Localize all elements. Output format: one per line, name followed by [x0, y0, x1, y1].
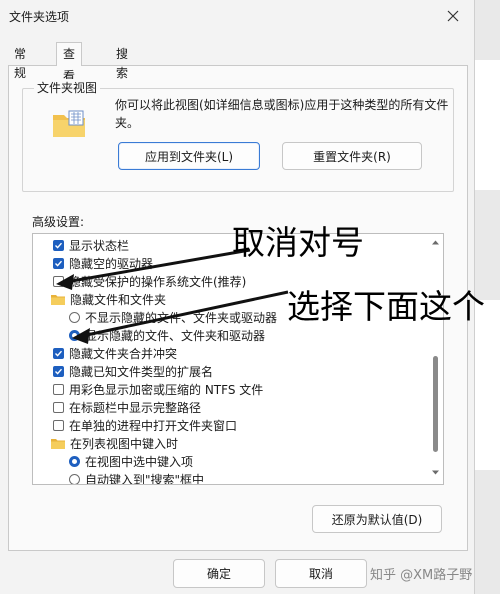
list-item-select-typed[interactable]: 在视图中选中键入项	[69, 452, 193, 470]
list-item-typing-group: 在列表视图中键入时	[51, 434, 178, 452]
list-item-label: 隐藏已知文件类型的扩展名	[69, 364, 214, 379]
list-item-hide-extensions[interactable]: 隐藏已知文件类型的扩展名	[53, 362, 213, 380]
checkbox-checked-icon[interactable]	[53, 257, 64, 269]
checkbox-unchecked-icon[interactable]	[53, 419, 64, 431]
checkbox-checked-icon[interactable]	[53, 347, 64, 359]
list-item-label: 在视图中选中键入项	[85, 454, 194, 469]
list-item-color-ntfs[interactable]: 用彩色显示加密或压缩的 NTFS 文件	[53, 380, 263, 398]
reset-folders-button[interactable]: 重置文件夹(R)	[282, 142, 422, 170]
list-item-label: 在列表视图中键入时	[70, 436, 179, 451]
ok-button[interactable]: 确定	[173, 559, 265, 588]
title-bar: 文件夹选项	[0, 0, 474, 34]
list-item-hide-empty-drives[interactable]: 隐藏空的驱动器	[53, 254, 153, 272]
list-item-label: 显示状态栏	[69, 238, 130, 253]
folder-views-label: 文件夹视图	[34, 79, 101, 96]
list-item-status-bar[interactable]: 显示状态栏	[53, 236, 129, 254]
scroll-up-icon[interactable]	[431, 238, 440, 247]
list-item-label: 不显示隐藏的文件、文件夹或驱动器	[85, 310, 278, 325]
list-item-hidden-files-group: 隐藏文件和文件夹	[51, 290, 166, 308]
radio-unselected-icon[interactable]	[69, 311, 80, 323]
list-item-dont-show-hidden[interactable]: 不显示隐藏的文件、文件夹或驱动器	[69, 308, 277, 326]
list-item-label: 隐藏空的驱动器	[69, 256, 154, 271]
radio-selected-icon[interactable]	[69, 329, 80, 341]
annotation-uncheck: 取消对号	[232, 223, 364, 262]
list-item-full-path[interactable]: 在标题栏中显示完整路径	[53, 398, 201, 416]
folder-icon	[51, 294, 65, 305]
list-item-label: 用彩色显示加密或压缩的 NTFS 文件	[69, 382, 264, 397]
list-item-label: 显示隐藏的文件、文件夹和驱动器	[85, 328, 266, 343]
restore-defaults-button[interactable]: 还原为默认值(D)	[312, 505, 442, 533]
folder-options-icon	[53, 110, 85, 137]
checkbox-unchecked-icon[interactable]	[53, 401, 64, 413]
list-item-label: 自动键入到"搜索"框中	[85, 472, 205, 485]
list-item-show-hidden[interactable]: 显示隐藏的文件、文件夹和驱动器	[69, 326, 265, 344]
radio-selected-icon[interactable]	[69, 455, 80, 467]
background-panel	[474, 60, 500, 190]
tab-view[interactable]: 查看	[56, 42, 83, 83]
window-title: 文件夹选项	[9, 10, 70, 24]
list-scrollbar[interactable]	[428, 234, 442, 482]
list-item-hide-protected-os-files[interactable]: 隐藏受保护的操作系统文件(推荐)	[53, 272, 246, 290]
scrollbar-thumb[interactable]	[433, 356, 438, 452]
cancel-button[interactable]: 取消	[275, 559, 367, 588]
list-item-label: 在单独的进程中打开文件夹窗口	[69, 418, 238, 433]
close-icon	[447, 10, 459, 22]
list-item-separate-process[interactable]: 在单独的进程中打开文件夹窗口	[53, 416, 237, 434]
advanced-settings-label: 高级设置:	[32, 215, 85, 229]
advanced-settings-list[interactable]: 显示状态栏 隐藏空的驱动器 隐藏受保护的操作系统文件(推荐) 隐藏文件和文件夹 …	[32, 233, 444, 485]
list-item-label: 隐藏文件和文件夹	[70, 292, 167, 307]
radio-unselected-icon[interactable]	[69, 473, 80, 484]
apply-to-folders-button[interactable]: 应用到文件夹(L)	[118, 142, 260, 170]
annotation-choose-below: 选择下面这个	[287, 287, 485, 326]
scroll-down-icon[interactable]	[431, 468, 440, 477]
list-item-label: 隐藏受保护的操作系统文件(推荐)	[69, 274, 247, 289]
folder-views-description: 你可以将此视图(如详细信息或图标)应用于这种类型的所有文件夹。	[115, 98, 449, 130]
watermark: 知乎 @XM路子野	[370, 568, 473, 583]
checkbox-unchecked-icon[interactable]	[53, 275, 64, 287]
close-button[interactable]	[438, 2, 468, 30]
tab-general[interactable]: 常规	[10, 45, 30, 80]
list-item-hide-merge-conflicts[interactable]: 隐藏文件夹合并冲突	[53, 344, 177, 362]
checkbox-checked-icon[interactable]	[53, 239, 64, 251]
folder-icon	[51, 438, 65, 449]
list-item-label: 在标题栏中显示完整路径	[69, 400, 202, 415]
tab-search[interactable]: 搜索	[112, 45, 132, 80]
list-item-type-into-search[interactable]: 自动键入到"搜索"框中	[69, 470, 205, 485]
list-item-label: 隐藏文件夹合并冲突	[69, 346, 178, 361]
checkbox-unchecked-icon[interactable]	[53, 383, 64, 395]
checkbox-checked-icon[interactable]	[53, 365, 64, 377]
